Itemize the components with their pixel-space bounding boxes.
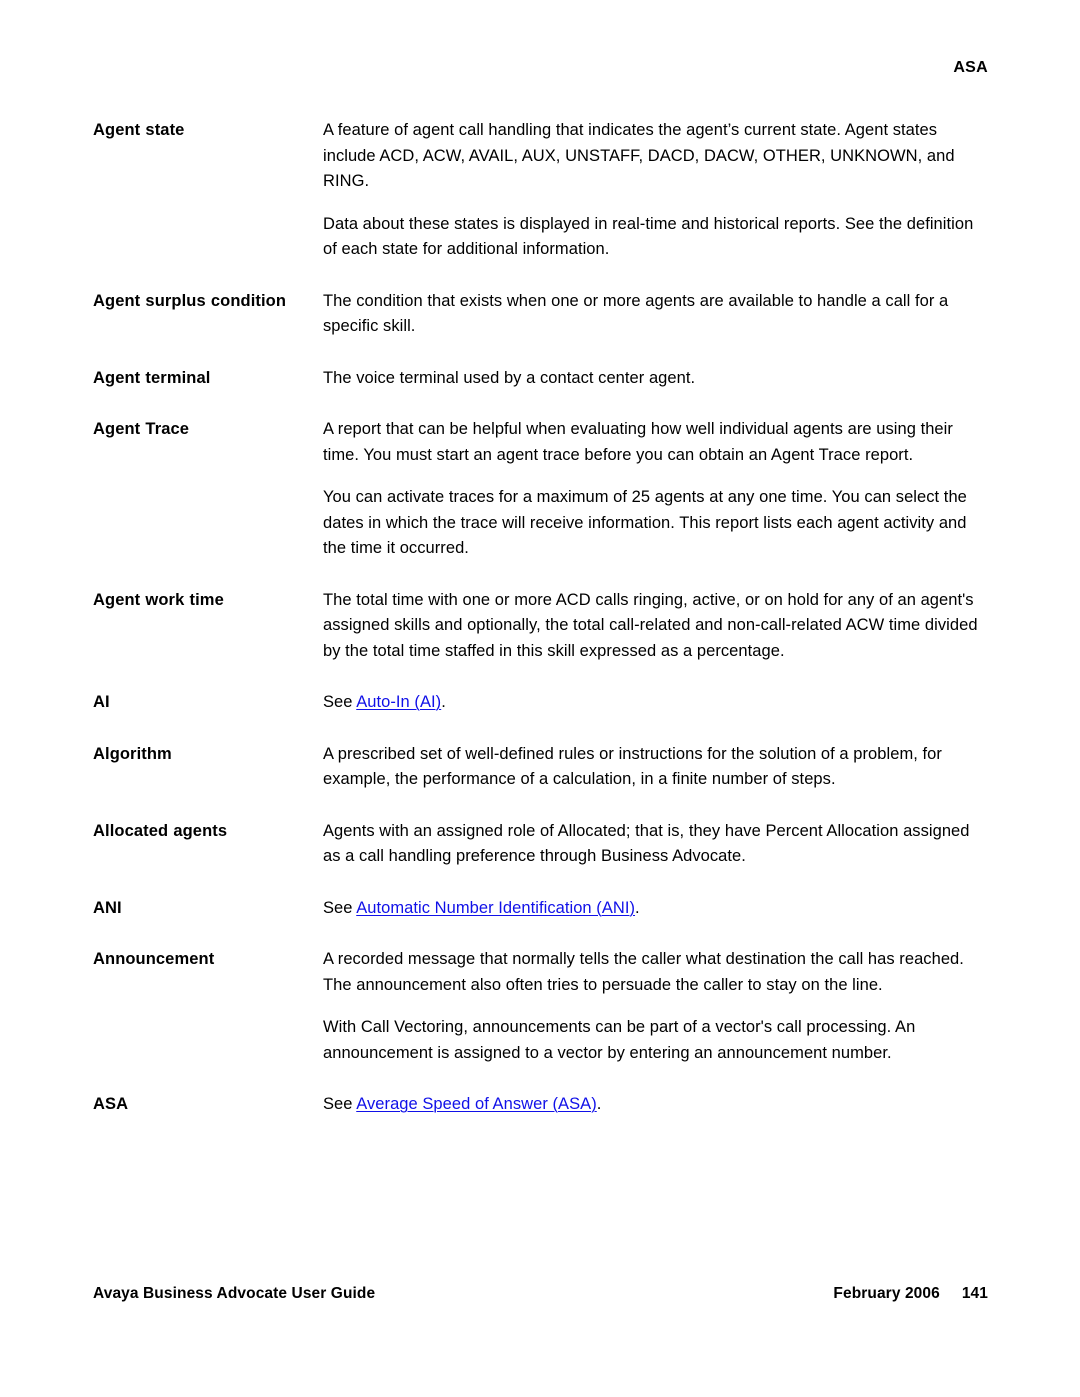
definition-paragraph: The total time with one or more ACD call… (323, 590, 978, 660)
glossary-definition: A recorded message that normally tells t… (323, 947, 988, 1066)
see-prefix: See (323, 693, 357, 711)
glossary-term: Agent terminal (93, 368, 211, 387)
glossary-definition: See Average Speed of Answer (ASA). (323, 1092, 988, 1118)
glossary-term: ANI (93, 898, 122, 917)
glossary-term: ASA (93, 1095, 129, 1113)
definition-paragraph: A report that can be helpful when evalua… (323, 420, 953, 464)
glossary-definition: The condition that exists when one or mo… (323, 289, 988, 340)
see-suffix: . (441, 693, 446, 711)
footer-date: February 2006 (833, 1285, 940, 1302)
cross-reference-link[interactable]: Auto-In (AI) (356, 693, 441, 711)
glossary-entry: Agent surplus condition The condition th… (93, 289, 988, 340)
glossary-entry: ANI See Automatic Number Identification … (93, 896, 988, 922)
glossary-term: Agent state (93, 121, 185, 139)
glossary-definition: A prescribed set of well-defined rules o… (323, 742, 988, 793)
page-footer: Avaya Business Advocate User Guide Febru… (93, 1283, 988, 1307)
glossary-term: Allocated agents (93, 821, 228, 840)
document-page: ASA Agent state A feature of agent call … (0, 0, 1080, 1397)
footer-document-title: Avaya Business Advocate User Guide (93, 1285, 376, 1302)
glossary-entry: Agent state A feature of agent call hand… (93, 118, 988, 263)
glossary-definition: The total time with one or more ACD call… (323, 588, 988, 665)
definition-paragraph: Data about these states is displayed in … (323, 214, 974, 259)
see-suffix: . (635, 898, 640, 917)
glossary-entry: ASA See Average Speed of Answer (ASA). (93, 1092, 988, 1118)
glossary-entry: AI See Auto-In (AI). (93, 690, 988, 716)
definition-paragraph: See Auto-In (AI). (323, 690, 988, 716)
glossary-entry: Announcement A recorded message that nor… (93, 947, 988, 1066)
glossary-term: Announcement (93, 950, 215, 968)
glossary-term: Agent work time (93, 590, 224, 609)
glossary-term: AI (93, 693, 110, 711)
footer-page-number: 141 (961, 1285, 988, 1302)
glossary-definition: The voice terminal used by a contact cen… (323, 366, 988, 392)
definition-paragraph: The voice terminal used by a contact cen… (323, 368, 696, 387)
footer-right-group: February 2006 141 (833, 1283, 988, 1305)
glossary-entry: Agent terminal The voice terminal used b… (93, 366, 988, 392)
running-header: ASA (953, 59, 988, 76)
definition-paragraph: With Call Vectoring, announcements can b… (323, 1018, 916, 1062)
glossary-definition: See Auto-In (AI). (323, 690, 988, 716)
cross-reference-link[interactable]: Automatic Number Identification (ANI) (356, 899, 635, 917)
definition-paragraph: See Average Speed of Answer (ASA). (323, 1092, 988, 1118)
see-prefix: See (323, 1095, 357, 1113)
definition-paragraph: The condition that exists when one or mo… (323, 291, 949, 336)
definition-paragraph: A feature of agent call handling that in… (323, 121, 955, 190)
glossary-entry: Allocated agents Agents with an assigned… (93, 819, 988, 870)
definition-paragraph: A prescribed set of well-defined rules o… (323, 744, 942, 789)
glossary-definition: See Automatic Number Identification (ANI… (323, 896, 988, 922)
see-suffix: . (596, 1095, 602, 1113)
definition-paragraph: A recorded message that normally tells t… (323, 950, 964, 994)
glossary-list: Agent state A feature of agent call hand… (93, 118, 988, 1118)
cross-reference-link[interactable]: Average Speed of Answer (ASA) (356, 1095, 597, 1113)
glossary-definition: A feature of agent call handling that in… (323, 118, 988, 263)
definition-paragraph: You can activate traces for a maximum of… (323, 488, 967, 557)
glossary-term: Agent Trace (93, 420, 190, 438)
glossary-term: Agent surplus condition (93, 291, 287, 310)
definition-paragraph: See Automatic Number Identification (ANI… (323, 896, 988, 922)
glossary-term: Algorithm (93, 744, 172, 763)
glossary-entry: Agent work time The total time with one … (93, 588, 988, 665)
glossary-entry: Algorithm A prescribed set of well-defin… (93, 742, 988, 793)
see-prefix: See (323, 898, 357, 917)
glossary-definition: A report that can be helpful when evalua… (323, 417, 988, 562)
definition-paragraph: Agents with an assigned role of Allocate… (323, 821, 970, 866)
glossary-definition: Agents with an assigned role of Allocate… (323, 819, 988, 870)
glossary-entry: Agent Trace A report that can be helpful… (93, 417, 988, 562)
